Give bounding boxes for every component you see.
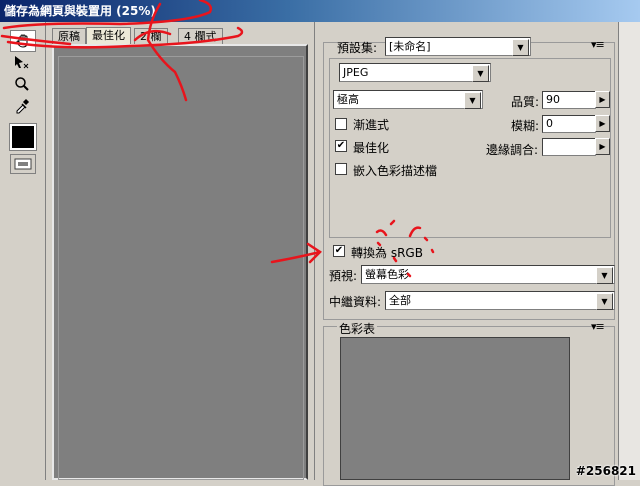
annotation-scribbles — [0, 0, 435, 278]
watermark-text: #256821 — [575, 464, 636, 478]
red-annotation-overlay — [0, 0, 435, 278]
